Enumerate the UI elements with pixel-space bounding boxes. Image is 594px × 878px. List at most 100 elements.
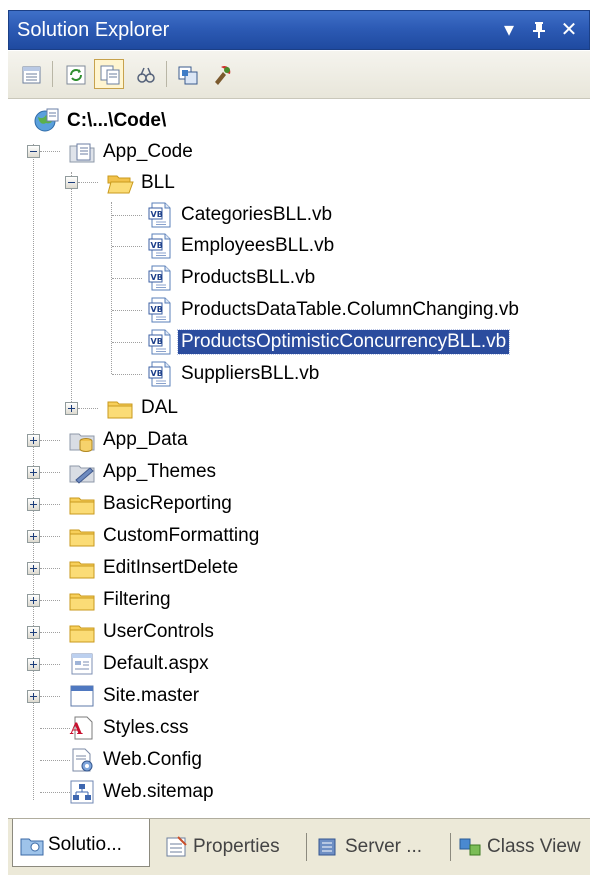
tree-node-web-config[interactable]: Web.Config: [68, 745, 205, 775]
expand-filtering-button[interactable]: [27, 594, 40, 607]
properties-window-icon: [166, 836, 187, 857]
refresh-button[interactable]: [60, 59, 90, 89]
nest-related-files-button[interactable]: [130, 59, 160, 89]
tree-connector: [111, 202, 112, 374]
tree-node-label: Web.Config: [103, 749, 202, 770]
tree-connector: [40, 568, 60, 569]
vb-file-icon: [146, 264, 174, 292]
tree-node-dal[interactable]: DAL: [106, 393, 181, 423]
tree-node-label: Default.aspx: [103, 653, 209, 674]
title-bar[interactable]: Solution Explorer ▾ ✕: [8, 10, 590, 50]
tree-root-node[interactable]: C:\...\Code\: [32, 106, 169, 136]
tree-node-web-sitemap[interactable]: Web.sitemap: [68, 777, 217, 807]
tree-connector: [40, 696, 60, 697]
refresh-icon: [66, 65, 86, 85]
tree-connector: [112, 342, 142, 343]
folder-icon: [106, 394, 134, 422]
tab-label: Server ...: [345, 836, 423, 857]
close-icon[interactable]: ✕: [557, 17, 581, 43]
tree-node-file-selected[interactable]: ProductsOptimisticConcurrencyBLL.vb: [146, 327, 511, 357]
tree-connector: [40, 632, 60, 633]
tree-node-label: BasicReporting: [103, 493, 232, 514]
tree-node-custom-formatting[interactable]: CustomFormatting: [68, 521, 262, 551]
folder-icon: [68, 490, 96, 518]
tree-node-file[interactable]: CategoriesBLL.vb: [146, 200, 335, 230]
asp-net-configuration-button[interactable]: [206, 59, 236, 89]
special-folder-icon: [68, 138, 96, 166]
vb-file-icon: [146, 360, 174, 388]
tree-node-app-data[interactable]: App_Data: [68, 425, 191, 455]
tree-node-bll[interactable]: BLL: [106, 168, 178, 198]
tree-connector: [40, 472, 60, 473]
tree-connector: [78, 182, 98, 183]
tab-label: Properties: [193, 836, 280, 857]
vb-file-icon: [146, 232, 174, 260]
tab-class-view[interactable]: Class View: [452, 827, 581, 867]
expand-app-themes-button[interactable]: [27, 466, 40, 479]
toolbar: [8, 51, 590, 99]
config-file-icon: [68, 746, 96, 774]
tree-node-user-controls[interactable]: UserControls: [68, 617, 217, 647]
auto-hide-pin-icon[interactable]: [527, 17, 551, 43]
collapse-bll-button[interactable]: [65, 176, 78, 189]
tree-node-label: CategoriesBLL.vb: [181, 204, 333, 225]
tree-node-edit-insert-delete[interactable]: EditInsertDelete: [68, 553, 241, 583]
tree-node-site-master[interactable]: Site.master: [68, 681, 202, 711]
tree-node-file[interactable]: ProductsDataTable.ColumnChanging.vb: [146, 295, 522, 325]
folder-icon: [68, 586, 96, 614]
collapse-app-code-button[interactable]: [27, 145, 40, 158]
expand-site-master-button[interactable]: [27, 690, 40, 703]
expand-edit-insert-delete-button[interactable]: [27, 562, 40, 575]
tree-node-label: DAL: [141, 397, 178, 418]
tree-node-default-aspx[interactable]: Default.aspx: [68, 649, 212, 679]
copy-web-site-button[interactable]: [172, 59, 202, 89]
tree-node-basic-reporting[interactable]: BasicReporting: [68, 489, 235, 519]
tree-node-styles-css[interactable]: Styles.css: [68, 713, 192, 743]
expand-custom-formatting-button[interactable]: [27, 530, 40, 543]
sitemap-file-icon: [68, 778, 96, 806]
expand-dal-button[interactable]: [65, 402, 78, 415]
solution-tree[interactable]: C:\...\Code\ App_Code BLL CategoriesBLL.…: [8, 100, 590, 816]
tree-connector: [40, 536, 60, 537]
tree-node-file[interactable]: ProductsBLL.vb: [146, 263, 318, 293]
expand-basic-reporting-button[interactable]: [27, 498, 40, 511]
tree-node-file[interactable]: SuppliersBLL.vb: [146, 359, 322, 389]
show-all-files-button[interactable]: [94, 59, 124, 89]
aspx-file-icon: [68, 650, 96, 678]
nest-related-files-icon: [137, 67, 155, 83]
expand-user-controls-button[interactable]: [27, 626, 40, 639]
tree-connector: [112, 246, 142, 247]
window-position-dropdown-icon[interactable]: ▾: [497, 17, 521, 43]
tree-node-filtering[interactable]: Filtering: [68, 585, 174, 615]
tree-connector: [40, 600, 60, 601]
expand-default-aspx-button[interactable]: [27, 658, 40, 671]
web-project-icon: [32, 107, 60, 135]
tree-node-label: ProductsDataTable.ColumnChanging.vb: [181, 299, 519, 320]
folder-icon: [68, 522, 96, 550]
tree-node-label: SuppliersBLL.vb: [181, 363, 320, 384]
tree-node-label: App_Themes: [103, 461, 217, 482]
expand-app-data-button[interactable]: [27, 434, 40, 447]
show-all-files-icon: [100, 65, 120, 85]
tree-connector: [78, 408, 98, 409]
tree-node-file[interactable]: EmployeesBLL.vb: [146, 231, 337, 261]
master-page-icon: [68, 682, 96, 710]
tab-server-explorer[interactable]: Server ...: [310, 827, 422, 867]
tree-node-label: Site.master: [103, 685, 200, 706]
tree-node-label: App_Code: [103, 141, 193, 162]
tree-connector: [112, 215, 142, 216]
tree-node-app-code[interactable]: App_Code: [68, 137, 196, 167]
tree-node-label: EditInsertDelete: [103, 557, 239, 578]
tree-connector: [40, 504, 60, 505]
properties-button[interactable]: [16, 59, 46, 89]
tree-node-label: ProductsOptimisticConcurrencyBLL.vb: [176, 329, 511, 355]
tree-node-label: C:\...\Code\: [67, 110, 167, 131]
tree-node-label: ProductsBLL.vb: [181, 267, 316, 288]
app-data-folder-icon: [68, 426, 96, 454]
tree-node-app-themes[interactable]: App_Themes: [68, 457, 219, 487]
vb-file-icon: [146, 296, 174, 324]
tree-node-label: EmployeesBLL.vb: [181, 235, 335, 256]
tab-properties[interactable]: Properties: [158, 827, 280, 867]
tab-solution-explorer[interactable]: Solutio...: [12, 819, 150, 867]
tree-connector: [40, 664, 60, 665]
